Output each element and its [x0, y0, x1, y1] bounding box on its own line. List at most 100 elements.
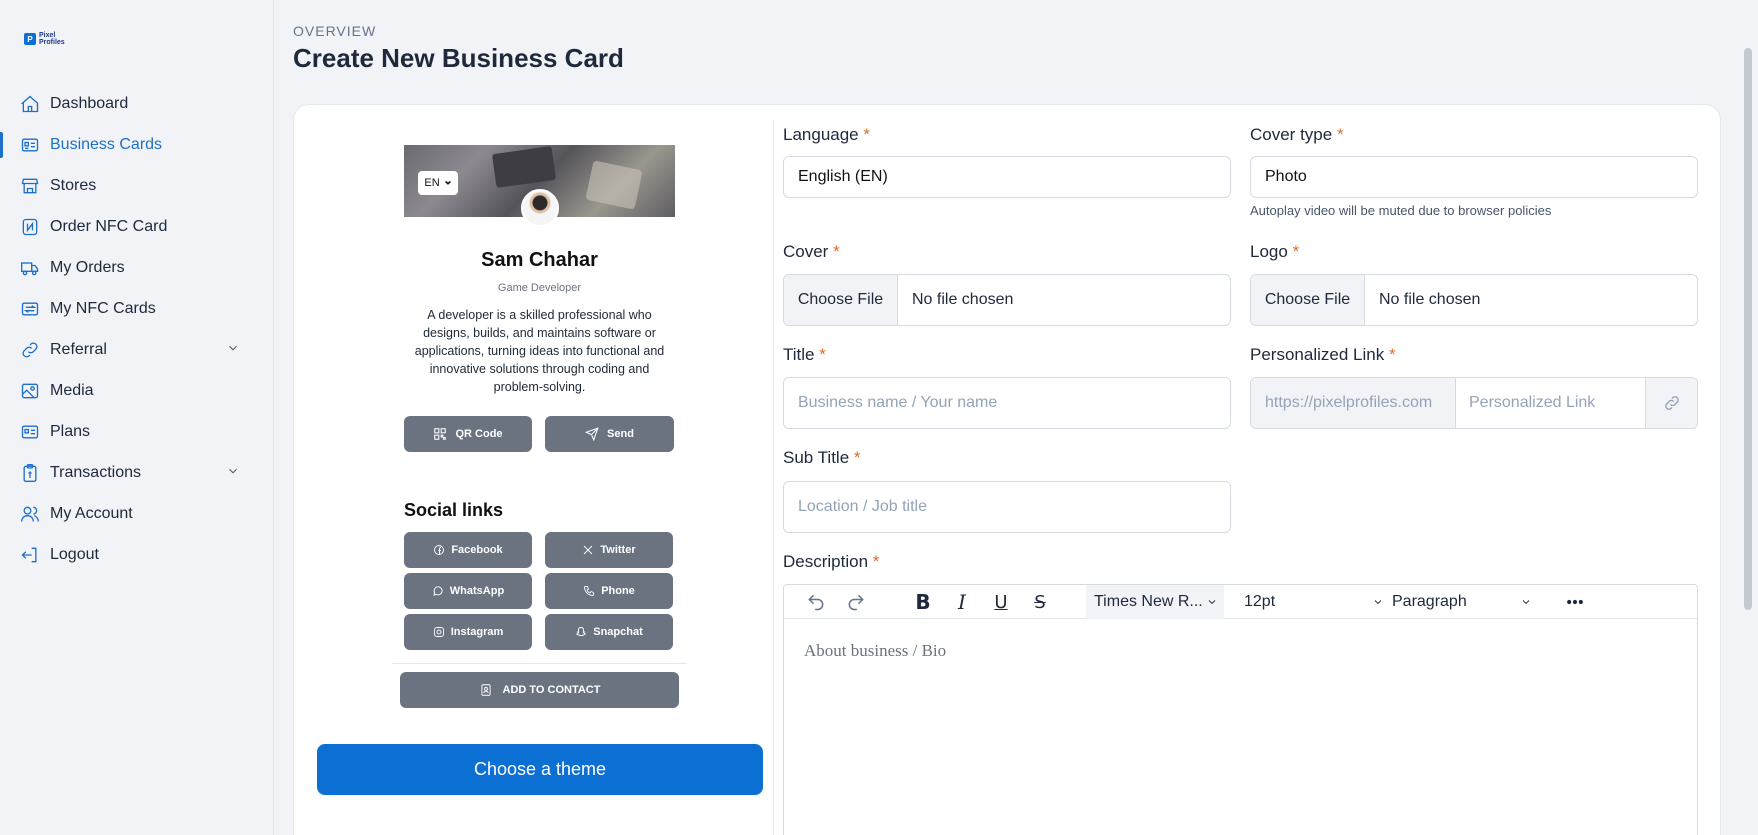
chevron-down-icon: [444, 180, 451, 185]
more-options-button[interactable]: [1560, 590, 1590, 614]
logo-file-input[interactable]: Choose File No file chosen: [1250, 274, 1698, 326]
logo-mark: P: [24, 33, 36, 45]
chevron-down-icon: [1374, 600, 1382, 605]
description-label-text: Description: [783, 552, 869, 571]
social-label: Twitter: [600, 544, 636, 556]
phone-icon: [584, 586, 595, 596]
id-card-icon: [20, 135, 40, 155]
language-field[interactable]: English (EN): [783, 156, 1231, 198]
social-facebook-button[interactable]: Facebook: [404, 532, 532, 568]
strikethrough-button[interactable]: S: [1028, 590, 1052, 614]
social-whatsapp-button[interactable]: WhatsApp: [404, 573, 532, 609]
sidebar-item-my-account[interactable]: My Account: [0, 493, 273, 534]
choose-theme-button[interactable]: Choose a theme: [317, 744, 763, 795]
required-mark: *: [1388, 345, 1396, 364]
undo-button[interactable]: [804, 590, 828, 614]
link-icon[interactable]: [1645, 378, 1697, 428]
sidebar-item-plans[interactable]: Plans: [0, 411, 273, 452]
sidebar-item-order-nfc-card[interactable]: Order NFC Card: [0, 206, 273, 247]
sidebar-item-label: Logout: [50, 545, 99, 563]
add-to-contact-button[interactable]: ADD TO CONTACT: [400, 672, 679, 708]
sidebar-item-logout[interactable]: Logout: [0, 534, 273, 575]
sidebar-item-label: Plans: [50, 422, 91, 440]
sidebar-item-my-nfc-cards[interactable]: My NFC Cards: [0, 288, 273, 329]
qr-code-button[interactable]: QR Code: [404, 416, 532, 452]
block-format-select[interactable]: Paragraph: [1392, 585, 1532, 619]
social-links-heading: Social links: [404, 500, 504, 520]
sidebar-item-stores[interactable]: Stores: [0, 165, 273, 206]
description-editor: B I U S Times New R... 12pt Paragraph Ab…: [783, 584, 1698, 835]
social-instagram-button[interactable]: Instagram: [404, 614, 532, 650]
card-transfer-icon: [20, 299, 40, 319]
contact-book-icon: [480, 684, 491, 696]
sidebar-item-label: My Orders: [50, 258, 125, 276]
link-icon: [20, 340, 40, 360]
bold-button[interactable]: B: [911, 590, 935, 614]
social-label: Instagram: [450, 626, 504, 638]
required-mark: *: [872, 552, 880, 571]
social-label: WhatsApp: [449, 585, 505, 597]
page-scrollbar[interactable]: [1744, 48, 1752, 610]
undo-icon: [808, 594, 824, 611]
redo-button[interactable]: [844, 590, 868, 614]
social-twitter-button[interactable]: Twitter: [545, 532, 673, 568]
qr-code-label: QR Code: [455, 428, 503, 440]
underline-button[interactable]: U: [989, 590, 1013, 614]
block-format-value: Paragraph: [1392, 593, 1467, 610]
description-placeholder[interactable]: About business / Bio: [804, 641, 946, 661]
required-mark: *: [833, 242, 840, 261]
language-code: EN: [424, 177, 440, 189]
logo-choose-file-button[interactable]: Choose File: [1251, 275, 1365, 325]
cover-type-label-text: Cover type: [1250, 125, 1333, 144]
sidebar-item-label: Stores: [50, 176, 97, 194]
cover-file-input[interactable]: Choose File No file chosen: [783, 274, 1231, 326]
social-label: Snapchat: [593, 626, 643, 638]
sidebar-item-business-cards[interactable]: Business Cards: [0, 124, 273, 165]
social-phone-button[interactable]: Phone: [545, 573, 673, 609]
subtitle-input[interactable]: Location / Job title: [783, 481, 1231, 533]
italic-button[interactable]: I: [950, 590, 974, 614]
cover-type-field[interactable]: Photo: [1250, 156, 1698, 198]
cover-choose-file-button[interactable]: Choose File: [784, 275, 898, 325]
send-button[interactable]: Send: [545, 416, 674, 452]
chevron-down-icon[interactable]: [226, 464, 240, 478]
language-label-text: Language: [783, 125, 859, 144]
bold-icon: B: [915, 590, 931, 614]
instagram-icon: [433, 627, 444, 637]
social-snapchat-button[interactable]: Snapchat: [545, 614, 673, 650]
title-input[interactable]: Business name / Your name: [783, 377, 1231, 429]
page-title: Create New Business Card: [293, 43, 624, 73]
clipboard-icon: [20, 463, 40, 483]
chevron-down-icon[interactable]: [226, 341, 240, 355]
cover-label: Cover *: [783, 242, 840, 262]
redo-icon: [848, 594, 864, 611]
logo-label-text: Logo: [1250, 242, 1288, 261]
chevron-down-icon: [1208, 600, 1216, 605]
required-mark: *: [853, 448, 861, 467]
sidebar-item-label: My Account: [50, 504, 133, 522]
logo-file-status: No file chosen: [1379, 291, 1481, 308]
send-icon: [585, 427, 599, 441]
font-family-value: Times New R...: [1094, 593, 1203, 610]
personalized-link-input[interactable]: Personalized Link: [1456, 378, 1645, 428]
sidebar-item-label: Order NFC Card: [50, 217, 168, 235]
more-horizontal-icon: [1567, 599, 1583, 605]
sidebar-item-media[interactable]: Media: [0, 370, 273, 411]
language-switcher[interactable]: EN: [418, 171, 458, 195]
sidebar-item-dashboard[interactable]: Dashboard: [0, 83, 273, 124]
font-family-select[interactable]: Times New R...: [1086, 585, 1224, 619]
required-mark: *: [1336, 125, 1344, 144]
sidebar-item-label: Referral: [50, 340, 107, 358]
sidebar-item-my-orders[interactable]: My Orders: [0, 247, 273, 288]
sidebar-item-referral[interactable]: Referral: [0, 329, 273, 370]
required-mark: *: [819, 345, 826, 364]
sidebar-item-label: Transactions: [50, 463, 141, 481]
font-size-select[interactable]: 12pt: [1244, 585, 1384, 619]
sidebar-item-transactions[interactable]: Transactions: [0, 452, 273, 493]
app-logo[interactable]: P Pixel Profiles: [24, 32, 69, 46]
logo-label: Logo *: [1250, 242, 1299, 262]
sidebar-item-label: Media: [50, 381, 94, 399]
avatar: [521, 189, 559, 227]
cover-type-label: Cover type *: [1250, 125, 1344, 145]
card-bio: A developer is a skilled professional wh…: [414, 308, 665, 394]
